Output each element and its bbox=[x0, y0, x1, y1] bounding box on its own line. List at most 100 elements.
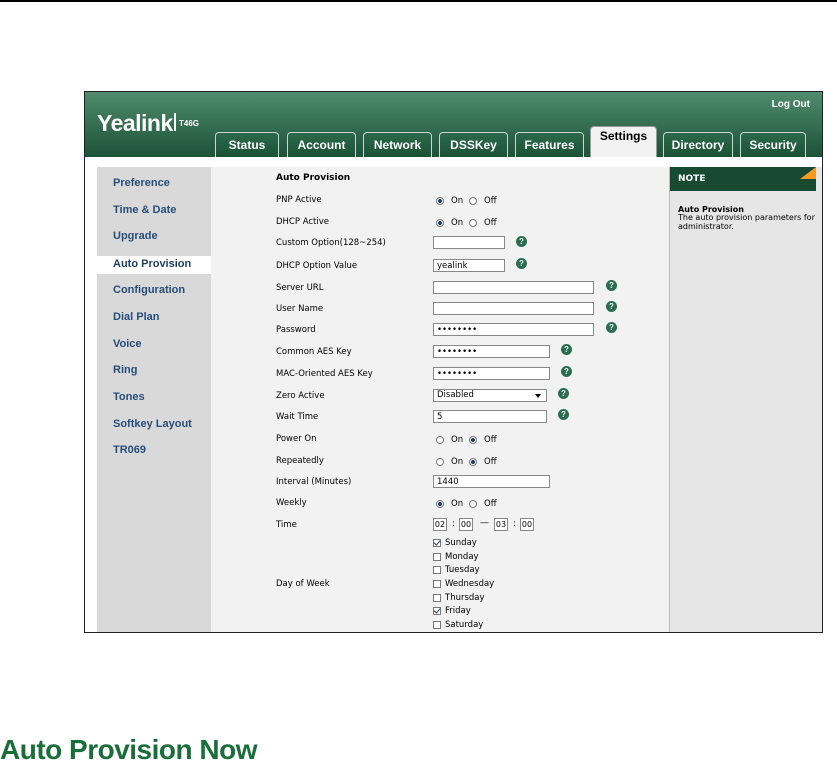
zero-active-label: Zero Active bbox=[276, 391, 325, 401]
help-icon[interactable]: ? bbox=[606, 280, 617, 291]
logout-link[interactable]: Log Out bbox=[772, 99, 810, 110]
dhcp-active-off-label: Off bbox=[484, 218, 497, 228]
power-on-off-radio[interactable] bbox=[469, 436, 477, 444]
page-heading: Auto Provision Now bbox=[0, 734, 258, 765]
thursday-label: Thursday bbox=[445, 593, 485, 603]
user-name-label: User Name bbox=[276, 304, 324, 314]
help-icon[interactable]: ? bbox=[561, 344, 572, 355]
common-aes-key-label: Common AES Key bbox=[276, 347, 352, 357]
monday-checkbox[interactable] bbox=[433, 553, 441, 561]
repeatedly-off-radio[interactable] bbox=[469, 458, 477, 466]
tab-security[interactable]: Security bbox=[740, 132, 806, 157]
interval-input[interactable]: 1440 bbox=[433, 475, 550, 488]
saturday-checkbox[interactable] bbox=[433, 621, 441, 629]
power-on-off-label: Off bbox=[484, 435, 497, 445]
help-icon[interactable]: ? bbox=[516, 236, 527, 247]
power-on-on-radio[interactable] bbox=[436, 436, 444, 444]
sidebar-item-tones[interactable]: Tones bbox=[113, 391, 145, 403]
user-name-input[interactable] bbox=[433, 302, 594, 315]
help-icon[interactable]: ? bbox=[606, 322, 617, 333]
tab-dsskey[interactable]: DSSKey bbox=[439, 132, 508, 157]
time-label: Time bbox=[276, 520, 297, 530]
repeatedly-label: Repeatedly bbox=[276, 456, 324, 466]
wednesday-checkbox[interactable] bbox=[433, 580, 441, 588]
time-colon: : bbox=[452, 519, 456, 529]
time-colon: : bbox=[513, 519, 517, 529]
section-title: Auto Provision bbox=[276, 173, 351, 183]
power-on-on-label: On bbox=[451, 435, 464, 445]
repeatedly-on-radio[interactable] bbox=[436, 458, 444, 466]
weekly-off-radio[interactable] bbox=[469, 500, 477, 508]
tab-settings[interactable]: Settings bbox=[590, 126, 657, 157]
pnp-active-off-radio[interactable] bbox=[469, 197, 477, 205]
mac-aes-key-label: MAC-Oriented AES Key bbox=[276, 369, 373, 379]
top-rule bbox=[0, 0, 837, 2]
common-aes-key-input[interactable]: •••••••• bbox=[433, 345, 550, 358]
note-description: The auto provision parameters for admini… bbox=[678, 213, 815, 231]
tab-network[interactable]: Network bbox=[363, 132, 432, 157]
day-of-week-label: Day of Week bbox=[276, 579, 330, 589]
sidebar-item-auto-provision[interactable]: Auto Provision bbox=[113, 258, 191, 270]
sidebar-item-upgrade[interactable]: Upgrade bbox=[113, 230, 158, 242]
end-hour-input[interactable]: 03 bbox=[494, 518, 508, 531]
help-icon[interactable]: ? bbox=[558, 409, 569, 420]
repeatedly-off-label: Off bbox=[484, 457, 497, 467]
note-panel: NOTE Auto Provision The auto provision p… bbox=[669, 167, 822, 632]
monday-label: Monday bbox=[445, 552, 479, 562]
weekly-on-radio[interactable] bbox=[436, 500, 444, 508]
password-label: Password bbox=[276, 325, 316, 335]
friday-label: Friday bbox=[445, 606, 471, 616]
auto-provision-form: Auto Provision PNP Active On Off DHCP Ac… bbox=[211, 167, 669, 632]
dhcp-active-on-label: On bbox=[451, 218, 464, 228]
dhcp-active-on-radio[interactable] bbox=[436, 219, 444, 227]
saturday-label: Saturday bbox=[445, 620, 484, 630]
sidebar-item-dial-plan[interactable]: Dial Plan bbox=[113, 311, 159, 323]
start-minute-input[interactable]: 00 bbox=[459, 518, 473, 531]
tab-features[interactable]: Features bbox=[515, 132, 584, 157]
wait-time-input[interactable]: 5 bbox=[433, 410, 547, 423]
sidebar-item-tr069[interactable]: TR069 bbox=[113, 444, 146, 456]
sidebar-item-voice[interactable]: Voice bbox=[113, 338, 142, 350]
custom-option-input[interactable] bbox=[433, 236, 505, 249]
help-icon[interactable]: ? bbox=[516, 258, 527, 269]
mac-aes-key-input[interactable]: •••••••• bbox=[433, 367, 550, 380]
wednesday-label: Wednesday bbox=[445, 579, 495, 589]
sidebar-item-time-date[interactable]: Time & Date bbox=[113, 204, 176, 216]
server-url-input[interactable] bbox=[433, 281, 594, 294]
yealink-logo: Yealink bbox=[97, 110, 173, 136]
server-url-label: Server URL bbox=[276, 283, 324, 293]
help-icon[interactable]: ? bbox=[606, 301, 617, 312]
help-icon[interactable]: ? bbox=[558, 388, 569, 399]
end-minute-input[interactable]: 00 bbox=[520, 518, 534, 531]
weekly-on-label: On bbox=[451, 499, 464, 509]
weekly-off-label: Off bbox=[484, 499, 497, 509]
note-heading: NOTE bbox=[670, 167, 816, 191]
sidebar-active-highlight: Auto Provision bbox=[93, 256, 216, 274]
tuesday-checkbox[interactable] bbox=[433, 566, 441, 574]
friday-checkbox[interactable] bbox=[433, 607, 441, 615]
pnp-active-on-label: On bbox=[451, 196, 464, 206]
sidebar-item-ring[interactable]: Ring bbox=[113, 364, 137, 376]
sidebar-item-softkey-layout[interactable]: Softkey Layout bbox=[113, 418, 192, 430]
sunday-checkbox[interactable] bbox=[433, 539, 441, 547]
thursday-checkbox[interactable] bbox=[433, 594, 441, 602]
dhcp-option-value-input[interactable]: yealink bbox=[433, 259, 505, 272]
weekly-label: Weekly bbox=[276, 498, 307, 508]
tab-status[interactable]: Status bbox=[215, 132, 279, 157]
start-hour-input[interactable]: 02 bbox=[433, 518, 447, 531]
sunday-label: Sunday bbox=[445, 538, 477, 548]
interval-label: Interval (Minutes) bbox=[276, 477, 352, 487]
tab-directory[interactable]: Directory bbox=[663, 132, 733, 157]
sidebar-item-preference[interactable]: Preference bbox=[113, 177, 170, 189]
password-input[interactable]: •••••••• bbox=[433, 323, 594, 336]
sidebar-item-configuration[interactable]: Configuration bbox=[113, 284, 185, 296]
dhcp-option-value-label: DHCP Option Value bbox=[276, 261, 358, 271]
dhcp-active-off-radio[interactable] bbox=[469, 219, 477, 227]
tab-account[interactable]: Account bbox=[287, 132, 356, 157]
settings-sidebar: Preference Time & Date Upgrade Configura… bbox=[97, 167, 211, 632]
pnp-active-on-radio[interactable] bbox=[436, 197, 444, 205]
web-ui-window: Yealink T46G Log Out Status Account Netw… bbox=[84, 91, 823, 633]
pnp-active-label: PNP Active bbox=[276, 195, 322, 205]
help-icon[interactable]: ? bbox=[561, 366, 572, 377]
zero-active-select[interactable]: Disabled bbox=[433, 389, 547, 402]
